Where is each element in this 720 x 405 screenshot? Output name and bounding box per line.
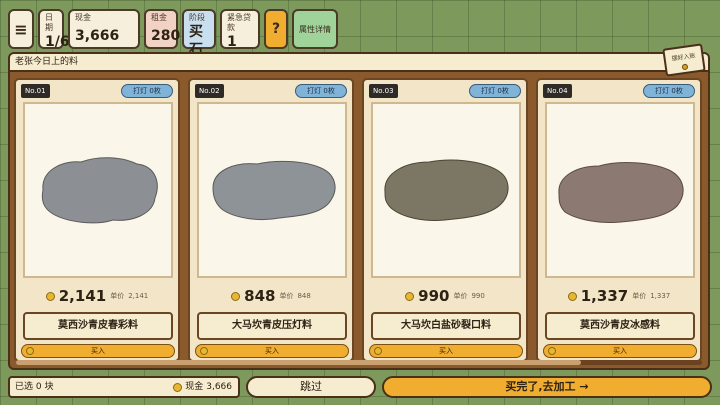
- stone-card[interactable]: No.03 打灯 0枚 990 单价 990 大马坎白盐砂裂口料 买入: [362, 78, 528, 362]
- stone-market-board: 老张今日上的料 摆好入账 No.01 打灯 0枚 2,141 单价 2,141 …: [8, 43, 710, 370]
- finish-buying-button[interactable]: 买完了,去加工 →: [382, 376, 712, 398]
- stage-display: 阶段 买石: [182, 9, 216, 58]
- banner-title: 老张今日上的料: [15, 57, 79, 67]
- buy-button[interactable]: 买入: [195, 344, 349, 358]
- stone-icon: [212, 160, 336, 221]
- footer-cash-value: 3,666: [206, 382, 232, 392]
- stone-image: [23, 102, 173, 278]
- help-button[interactable]: ?: [264, 9, 288, 49]
- footer-cash: 现金 3,666: [173, 378, 232, 396]
- coin-icon: [173, 382, 183, 392]
- unit-price-label: 单价: [110, 292, 125, 300]
- buy-label: 买入: [613, 347, 627, 355]
- cash-value: 3,666: [75, 28, 120, 44]
- cash-label: 现金: [75, 13, 91, 22]
- stone-name-button[interactable]: 莫西沙青皮春彩料: [23, 312, 173, 340]
- coin-icon: [567, 291, 577, 301]
- unit-price-value: 990: [471, 292, 485, 300]
- card-number: No.04: [543, 84, 572, 98]
- card-number: No.02: [195, 84, 224, 98]
- stone-card[interactable]: No.01 打灯 0枚 2,141 单价 2,141 莫西沙青皮春彩料 买入: [14, 78, 180, 362]
- stone-card[interactable]: No.04 打灯 0枚 1,337 单价 1,337 莫西沙青皮冰感料 买入: [536, 78, 702, 362]
- loan-label: 紧急贷款: [227, 13, 251, 32]
- buy-label: 买入: [439, 347, 453, 355]
- card-number: No.01: [21, 84, 50, 98]
- unit-price-value: 848: [297, 292, 311, 300]
- coin-icon: [231, 291, 241, 301]
- horizontal-scrollbar[interactable]: [16, 360, 702, 365]
- stone-image: [197, 102, 347, 278]
- top-hud: ≡ 日期 1/6 现金 3,666 租金 280 阶段 买石 紧急贷款 1 ? …: [8, 9, 338, 58]
- market-banner: 老张今日上的料: [10, 54, 708, 72]
- card-number: No.03: [369, 84, 398, 98]
- unit-price-label: 单价: [453, 292, 468, 300]
- price-value: 990: [418, 287, 450, 305]
- day-value: 1/6: [45, 34, 70, 50]
- buy-button[interactable]: 买入: [369, 344, 523, 358]
- scrollbar-thumb[interactable]: [16, 360, 581, 365]
- light-button[interactable]: 打灯 0枚: [643, 84, 695, 98]
- attributes-label: 属性详情: [299, 24, 331, 34]
- stone-icon: [384, 159, 509, 221]
- selected-count: 已选 0 块: [15, 382, 54, 392]
- stone-image: [545, 102, 695, 278]
- stage-label: 阶段: [189, 13, 205, 22]
- coin-icon: [26, 347, 34, 355]
- rent-label: 租金: [151, 13, 167, 22]
- price-row: 848 单价 848: [190, 286, 352, 306]
- skip-button[interactable]: 跳过: [246, 376, 376, 398]
- buy-button[interactable]: 买入: [21, 344, 175, 358]
- rent-display: 租金 280: [144, 9, 181, 49]
- unit-price-value: 2,141: [128, 292, 149, 300]
- price-value: 1,337: [580, 287, 629, 305]
- hamburger-menu-icon: ≡: [14, 19, 28, 39]
- pin-icon: [681, 63, 689, 71]
- stone-image: [371, 102, 521, 278]
- coin-icon: [374, 347, 382, 355]
- rules-note[interactable]: 摆好入账: [662, 43, 706, 77]
- stone-name-button[interactable]: 大马坎青皮压灯料: [197, 312, 347, 340]
- attributes-button[interactable]: 属性详情: [292, 9, 338, 49]
- selection-status: 已选 0 块 现金 3,666: [8, 376, 240, 398]
- day-label: 日期: [45, 13, 53, 32]
- buy-label: 买入: [91, 347, 105, 355]
- menu-button[interactable]: ≡: [8, 9, 34, 49]
- coin-icon: [45, 291, 55, 301]
- price-row: 2,141 单价 2,141: [16, 286, 178, 306]
- stone-name-button[interactable]: 大马坎白盐砂裂口料: [371, 312, 521, 340]
- coin-icon: [200, 347, 208, 355]
- coin-icon: [548, 347, 556, 355]
- loan-button[interactable]: 紧急贷款 1: [220, 9, 260, 50]
- cash-display: 现金 3,666: [68, 9, 140, 49]
- price-value: 848: [244, 287, 276, 305]
- price-row: 1,337 单价 1,337: [538, 286, 700, 306]
- stone-icon: [41, 157, 158, 224]
- unit-price-label: 单价: [632, 292, 647, 300]
- unit-price-value: 1,337: [650, 292, 671, 300]
- buy-label: 买入: [265, 347, 279, 355]
- light-button[interactable]: 打灯 0枚: [121, 84, 173, 98]
- stone-card-list: No.01 打灯 0枚 2,141 单价 2,141 莫西沙青皮春彩料 买入 N…: [14, 78, 704, 366]
- rules-note-label: 摆好入账: [671, 52, 697, 63]
- unit-price-label: 单价: [279, 292, 294, 300]
- footer-cash-label: 现金: [185, 382, 204, 392]
- stone-card[interactable]: No.02 打灯 0枚 848 单价 848 大马坎青皮压灯料 买入: [188, 78, 354, 362]
- rent-value: 280: [151, 28, 181, 44]
- light-button[interactable]: 打灯 0枚: [469, 84, 521, 98]
- buy-button[interactable]: 买入: [543, 344, 697, 358]
- stone-name-button[interactable]: 莫西沙青皮冰感料: [545, 312, 695, 340]
- light-button[interactable]: 打灯 0枚: [295, 84, 347, 98]
- price-value: 2,141: [58, 287, 107, 305]
- coin-icon: [405, 291, 415, 301]
- loan-value: 1: [227, 34, 237, 50]
- price-row: 990 单价 990: [364, 286, 526, 306]
- stone-icon: [558, 162, 684, 223]
- help-label: ?: [271, 21, 281, 37]
- day-display: 日期 1/6: [38, 9, 70, 50]
